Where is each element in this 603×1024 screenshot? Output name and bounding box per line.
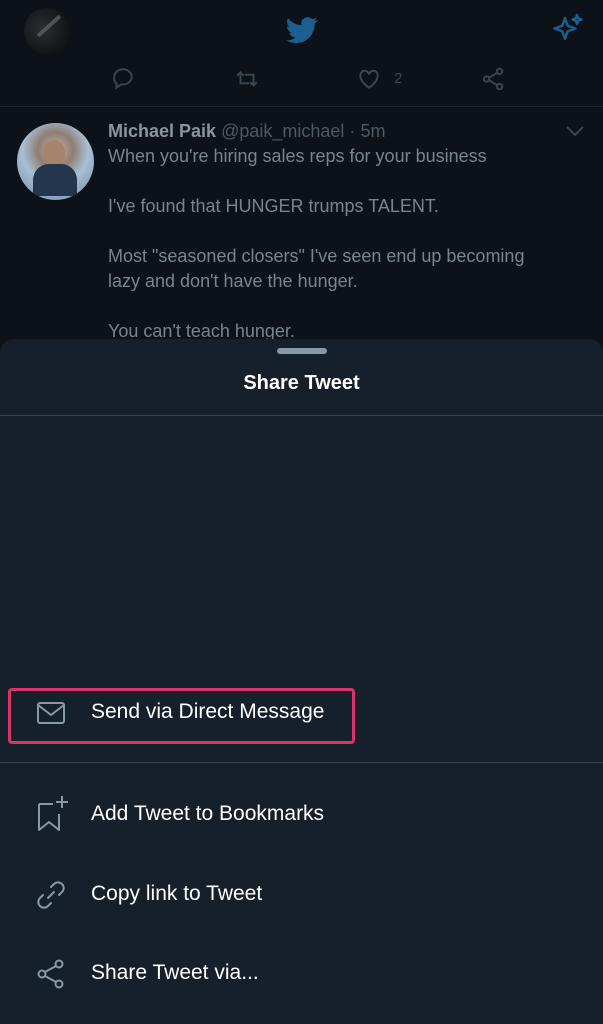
- tweet-author-name[interactable]: Michael Paik: [108, 121, 216, 141]
- tweet-header: Michael Paik @paik_michael · 5m: [108, 121, 385, 142]
- share-icon: [37, 959, 64, 989]
- tweet-text-line: lazy and don't have the hunger.: [108, 271, 358, 291]
- chevron-down-icon[interactable]: [565, 124, 585, 138]
- drag-handle[interactable]: [277, 348, 327, 354]
- heart-icon[interactable]: [356, 66, 382, 92]
- tweet-separator: ·: [349, 121, 356, 141]
- highlight-box: [8, 688, 355, 744]
- add-tweet-to-bookmarks-item[interactable]: Add Tweet to Bookmarks: [0, 784, 603, 844]
- sheet-title: Share Tweet: [243, 372, 360, 394]
- retweet-icon[interactable]: [232, 66, 262, 92]
- twitter-bird-icon: [286, 17, 318, 44]
- tweet-actions-row: [0, 64, 603, 107]
- reply-icon[interactable]: [110, 66, 136, 92]
- top-bar: [0, 0, 603, 66]
- tweet-author-avatar[interactable]: [17, 123, 94, 200]
- tweet-text-line: Most "seasoned closers" I've seen end up…: [108, 246, 525, 266]
- share-sheet: Share Tweet Send via Direct Message Add …: [0, 339, 603, 1024]
- like-count: 2: [394, 70, 403, 87]
- divider: [0, 762, 603, 763]
- menu-item-label: Add Tweet to Bookmarks: [91, 802, 325, 825]
- bookmark-add-icon: [38, 796, 68, 831]
- copy-link-to-tweet-item[interactable]: Copy link to Tweet: [0, 864, 603, 924]
- tweet-handle: @paik_michael: [221, 121, 345, 141]
- menu-item-label: Share Tweet via...: [91, 961, 259, 984]
- tweet-text-line: I've found that HUNGER trumps TALENT.: [108, 196, 439, 216]
- share-icon[interactable]: [480, 66, 506, 92]
- link-icon: [37, 881, 65, 909]
- avatar[interactable]: [24, 8, 70, 54]
- tweet-text-line: When you're hiring sales reps for your b…: [108, 146, 487, 166]
- sparkle-icon[interactable]: [550, 12, 586, 48]
- divider: [0, 415, 603, 416]
- tweet-time: 5m: [360, 121, 386, 141]
- share-tweet-via-item[interactable]: Share Tweet via...: [0, 943, 603, 1003]
- menu-item-label: Copy link to Tweet: [91, 882, 263, 905]
